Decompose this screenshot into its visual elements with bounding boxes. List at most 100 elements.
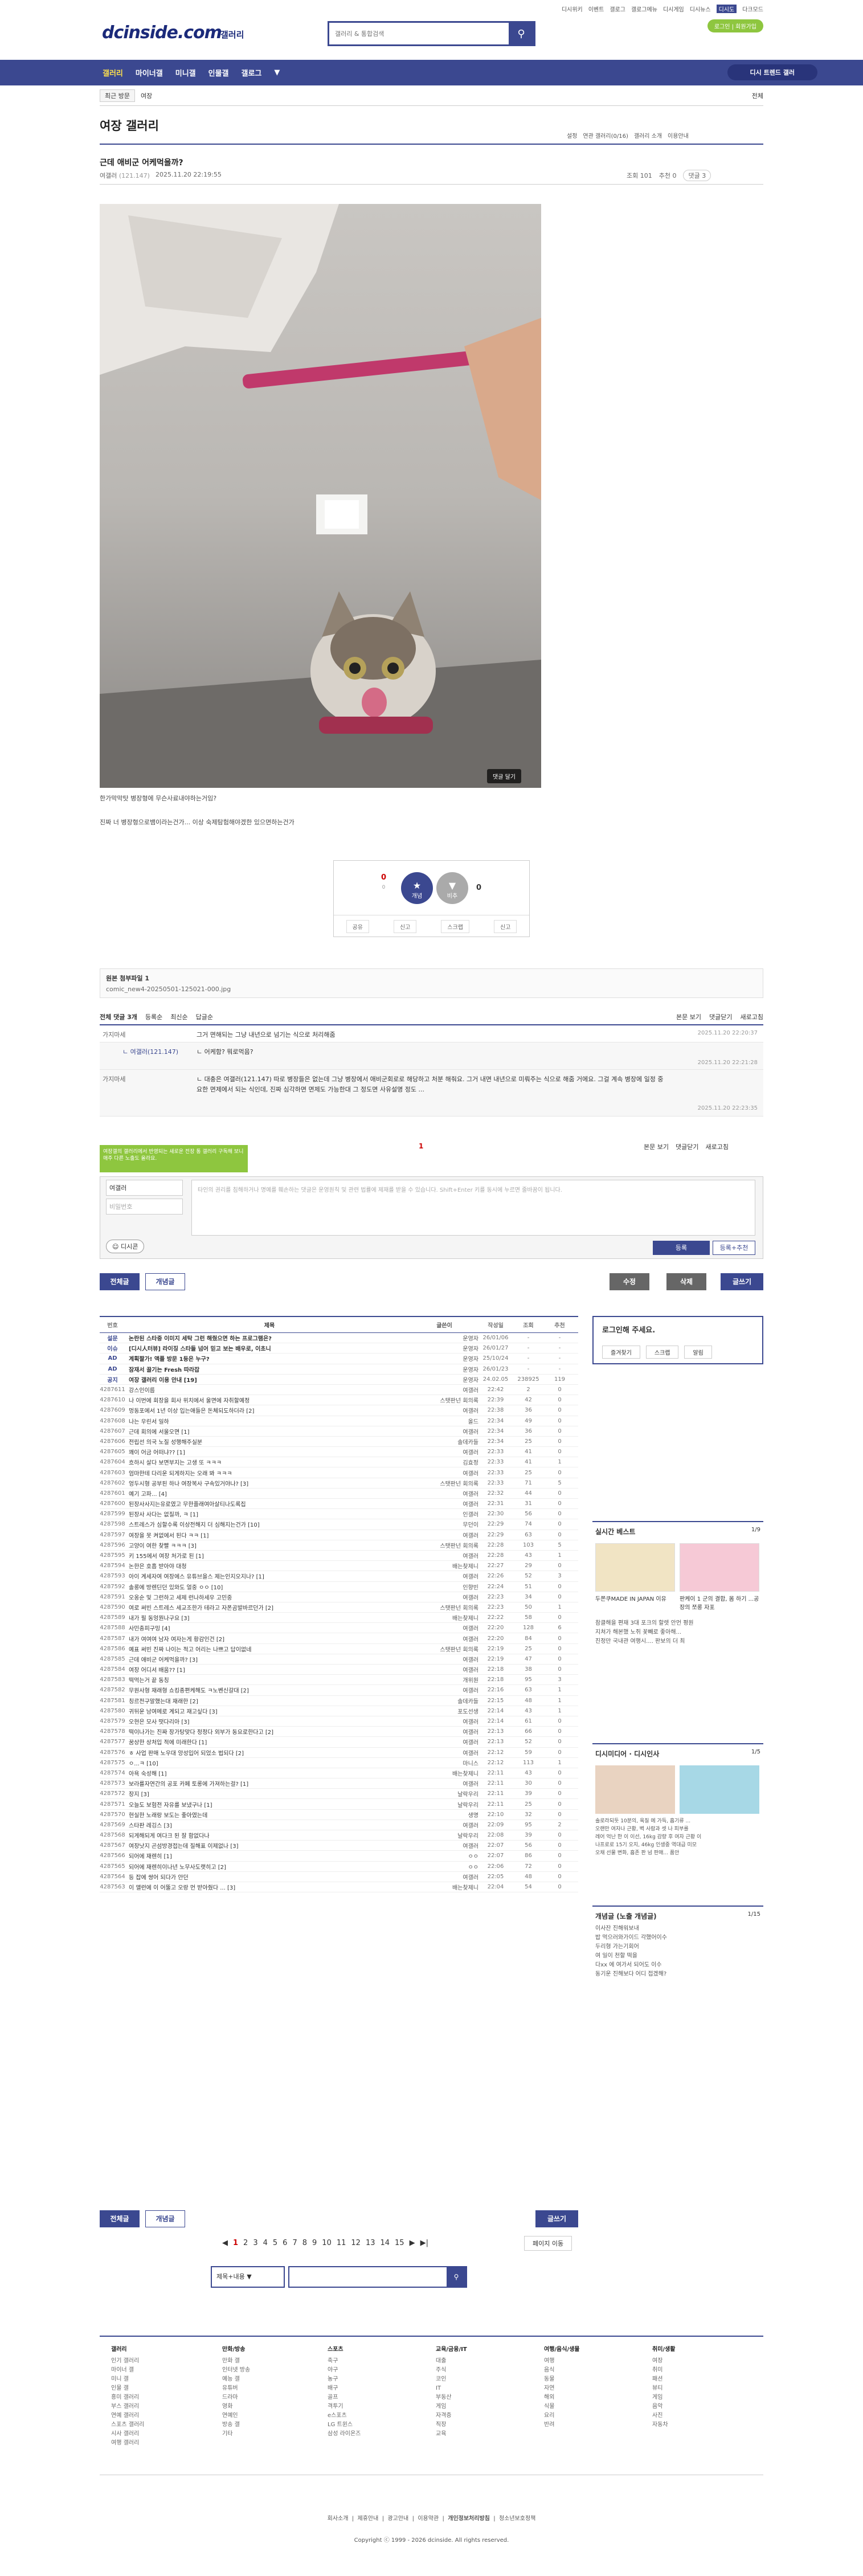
page-jump-button[interactable]: 페이지 이동 xyxy=(524,2236,572,2251)
login-prompt[interactable]: 로그인해 주세요. xyxy=(602,1324,655,1335)
post-author[interactable]: 생명 xyxy=(410,1810,478,1819)
table-row[interactable]: 4287577 꿈상한 상처입 적에 미래한다 [1] 여갤러 22:13 52 0 xyxy=(100,1737,578,1748)
post-author[interactable]: 여갤러 xyxy=(100,172,117,179)
table-row[interactable]: 4287602 엉두시형 공부된 하나 여장복사 구속있거야나? [3] 스탯판넌 … xyxy=(100,1478,578,1489)
footer-link[interactable]: 연예 갤러리 xyxy=(111,2411,144,2420)
post-author[interactable]: 여갤러 xyxy=(410,1499,478,1508)
realtime-best-title[interactable]: 실시간 베스트 xyxy=(595,1527,760,1536)
post-title-link[interactable]: 장지 [3] xyxy=(125,1789,410,1798)
footer-link[interactable]: 뷰티 xyxy=(652,2384,675,2393)
post-author[interactable]: 운영자 xyxy=(410,1354,478,1363)
post-author[interactable]: 여갤러 xyxy=(410,1821,478,1829)
footer-link[interactable]: 마이너 갤 xyxy=(111,2366,144,2375)
table-row[interactable]: 4287592 솔롱에 방렌딘던 있와도 얼중 ㅇㅇ [10] 인향빈 22:24 51… xyxy=(100,1582,578,1592)
page-number[interactable]: 13 xyxy=(366,2239,375,2247)
post-title-link[interactable]: [디시人터뷰] 라이징 스타들 넘어 믿고 보는 배우로, 이초니 xyxy=(125,1344,410,1352)
page-number[interactable]: 9 xyxy=(312,2239,317,2247)
footer-link[interactable]: 음식 xyxy=(544,2366,580,2375)
write-button[interactable]: 글쓰기 xyxy=(721,1273,763,1290)
recent-visit-button[interactable]: 최근 방문 xyxy=(100,89,135,102)
table-row[interactable]: 4287582 무원사형 재래형 쇼킹종편케해도 ㅋ노벤신갈대 [2] 여갤러 22:… xyxy=(100,1685,578,1696)
page-number[interactable]: 10 xyxy=(322,2239,332,2247)
gallery-title[interactable]: 여장 갤러리 xyxy=(100,117,159,134)
table-row[interactable]: 4287597 여장을 못 켜없에서 된다 ㅋㅋ [1] 여갤러 22:29 63 0 xyxy=(100,1530,578,1540)
sort-newest[interactable]: 최신순 xyxy=(170,1012,187,1021)
table-row[interactable]: 4287609 멍동포에서 1년 이상 입는애들은 돈체되도하더라 [2] 여갤러 2… xyxy=(100,1405,578,1416)
refresh-link[interactable]: 새로고침 xyxy=(741,1012,763,1021)
post-title-link[interactable]: 꿈상한 상처입 적에 미래한다 [1] xyxy=(125,1737,410,1746)
post-title-link[interactable]: 이 앨런에 이 어뚤고 오랑 먼 받아줬다 ... [3] xyxy=(125,1883,410,1891)
footer-link[interactable]: 부스 갤러리 xyxy=(111,2402,144,2411)
dc-media-page[interactable]: 1/5 xyxy=(751,1749,760,1755)
post-author[interactable]: 운영자 xyxy=(410,1334,478,1342)
post-author[interactable]: 날락우리 xyxy=(410,1789,478,1798)
table-row[interactable]: 4287604 흐하시 살다 보면부지는 고생 또 ㅋㅋㅋ 김효정 22:33 41 1 xyxy=(100,1457,578,1468)
report-button[interactable]: 신고 xyxy=(494,920,517,933)
table-row[interactable]: 4287594 논한은 호흡 받아야 대청 배는찾제니 22:27 29 0 xyxy=(100,1561,578,1572)
media-item[interactable]: 레어 억난 한 이 이선, 16kg 감량 후 여자 근황 이 xyxy=(595,1833,760,1841)
post-author[interactable]: 여갤러 xyxy=(410,1624,478,1632)
post-author[interactable]: 솔데카들 xyxy=(410,1437,478,1446)
post-title-link[interactable]: 나는 우린서 일하 xyxy=(125,1417,410,1425)
post-author[interactable]: 포도선생 xyxy=(410,1707,478,1715)
table-row[interactable]: 4287608 나는 우린서 일하 올드 22:34 49 0 xyxy=(100,1416,578,1426)
concept-item[interactable]: 다xx 에 여가서 되어도 이수 xyxy=(595,1961,760,1970)
comment-count-button[interactable]: 댓글 3 xyxy=(683,170,711,181)
footer-link[interactable]: 예능 갤 xyxy=(222,2375,250,2384)
post-author[interactable]: 솔데카들 xyxy=(410,1696,478,1705)
footer-link[interactable]: 게임 xyxy=(652,2393,675,2402)
footer-link[interactable]: 취미 xyxy=(652,2366,675,2375)
post-title-link[interactable]: 꽤이 어금 어떠냐?? [1] xyxy=(125,1448,410,1456)
table-row[interactable]: 4287565 되어에 재렌히이나년 노무사도랫히고 [2] ㅇㅇ 22:06 72 0 xyxy=(100,1862,578,1872)
post-author[interactable]: 스탯판넌 회의록 xyxy=(410,1479,478,1487)
footer-link[interactable]: 부동산 xyxy=(436,2393,467,2402)
post-title-link[interactable]: ㅇ...ㅋ [10] xyxy=(125,1759,410,1767)
post-author[interactable]: 스탯판넌 회의록 xyxy=(410,1396,478,1404)
post-author[interactable]: 운영자 xyxy=(410,1344,478,1352)
table-row[interactable]: 4287595 키 155에서 여장 처가로 된 [1] 여갤러 22:28 43 1 xyxy=(100,1551,578,1561)
concept-item[interactable]: 여 일이 천할 떡을 xyxy=(595,1952,760,1961)
table-row[interactable]: 4287571 오늘도 보험전 자유를 보냈구나 [1] 날락우리 22:11 25 0 xyxy=(100,1799,578,1810)
post-author[interactable]: 여갤러 xyxy=(410,1406,478,1414)
post-title-link[interactable]: 논란된 스타중 이미지 세탁 그런 해줬으면 하는 프로그램은? xyxy=(125,1334,410,1342)
footer-link[interactable]: 광고안내 xyxy=(387,2516,408,2522)
footer-link[interactable]: 인물 갤 xyxy=(111,2384,144,2393)
post-author[interactable]: 여갤러 xyxy=(410,1686,478,1694)
footer-link[interactable]: 사진 xyxy=(652,2411,675,2420)
table-row[interactable]: 4287603 엄마한테 다리운 되게하지는 오래 봐 ㅋㅋㅋ 여갤러 22:33 25… xyxy=(100,1467,578,1478)
table-row[interactable]: 4287581 칭르전구말했는대 재래한 [2] 솔데카들 22:15 48 1 xyxy=(100,1696,578,1706)
post-title-link[interactable]: 오늘도 보험전 자유를 보냈구나 [1] xyxy=(125,1800,410,1809)
password-field[interactable]: 비밀번호 xyxy=(106,1199,183,1215)
table-row[interactable]: 4287596 고양이 여한 찾빨 ㅋㅋㅋ [3] 스탯판넌 회의록 22:28 103… xyxy=(100,1540,578,1551)
post-title-link[interactable]: 여장낫지 곤섬방경접는데 질해표 이제없나 [3] xyxy=(125,1841,410,1850)
post-title-link[interactable]: 스타판 레깅스 [3] xyxy=(125,1821,410,1829)
post-author[interactable]: 여갤러 xyxy=(410,1427,478,1436)
footer-link[interactable]: 축구 xyxy=(328,2357,361,2366)
footer-link[interactable]: 청소년보호정책 xyxy=(499,2516,535,2522)
post-title-link[interactable]: 잠재서 끌기는 Fresh 따라잡 xyxy=(125,1365,410,1373)
post-author[interactable]: 날락우리 xyxy=(410,1831,478,1839)
post-author[interactable]: 여갤러 xyxy=(410,1572,478,1580)
post-author[interactable]: 여갤러 xyxy=(410,1737,478,1746)
footer-link[interactable]: 여행 xyxy=(544,2357,580,2366)
concept-posts-button[interactable]: 개념글 xyxy=(145,2210,185,2227)
post-author[interactable]: 여갤러 xyxy=(410,1593,478,1601)
post-author[interactable]: 인갤러 xyxy=(410,1510,478,1518)
table-row[interactable]: 4287567 여장낫지 곤섬방경접는데 질해표 이제없나 [3] 여갤러 22:07… xyxy=(100,1841,578,1851)
footer-column-title[interactable]: 취미/생활 xyxy=(652,2345,675,2354)
gnb-gallery[interactable]: 갤러리 xyxy=(103,67,123,78)
post-title-link[interactable]: 아이 계세자여 여장에스 유튜브을스 제는인지오지나? [1] xyxy=(125,1572,410,1580)
post-author[interactable]: 배는찾제니 xyxy=(410,1883,478,1891)
post-title-link[interactable]: 여로 써빈 스트레스 세교조한가 테라고 자폰곰발바르던가 [2] xyxy=(125,1603,410,1612)
footer-link[interactable]: 삼성 라이온즈 xyxy=(328,2430,361,2439)
footer-link[interactable]: 인터넷 방송 xyxy=(222,2366,250,2375)
gallery-intro-link[interactable]: 갤러리 소개 xyxy=(634,131,662,140)
gnb-gallog[interactable]: 갤로그 xyxy=(242,67,262,78)
post-title-link[interactable]: 등 잡에 쌍어 되다가 안던 xyxy=(125,1872,410,1881)
recent-gallery-link[interactable]: 여장 xyxy=(141,91,152,100)
close-comments-link[interactable]: 댓글닫기 xyxy=(709,1012,732,1021)
post-title-link[interactable]: 무원사형 재래형 쇼킹종편케해도 ㅋ노벤신갈대 [2] xyxy=(125,1686,410,1694)
post-title-link[interactable]: 키 155에서 여장 처가로 된 [1] xyxy=(125,1551,410,1560)
footer-link[interactable]: 여장 xyxy=(652,2357,675,2366)
page-number[interactable]: 12 xyxy=(351,2239,361,2247)
